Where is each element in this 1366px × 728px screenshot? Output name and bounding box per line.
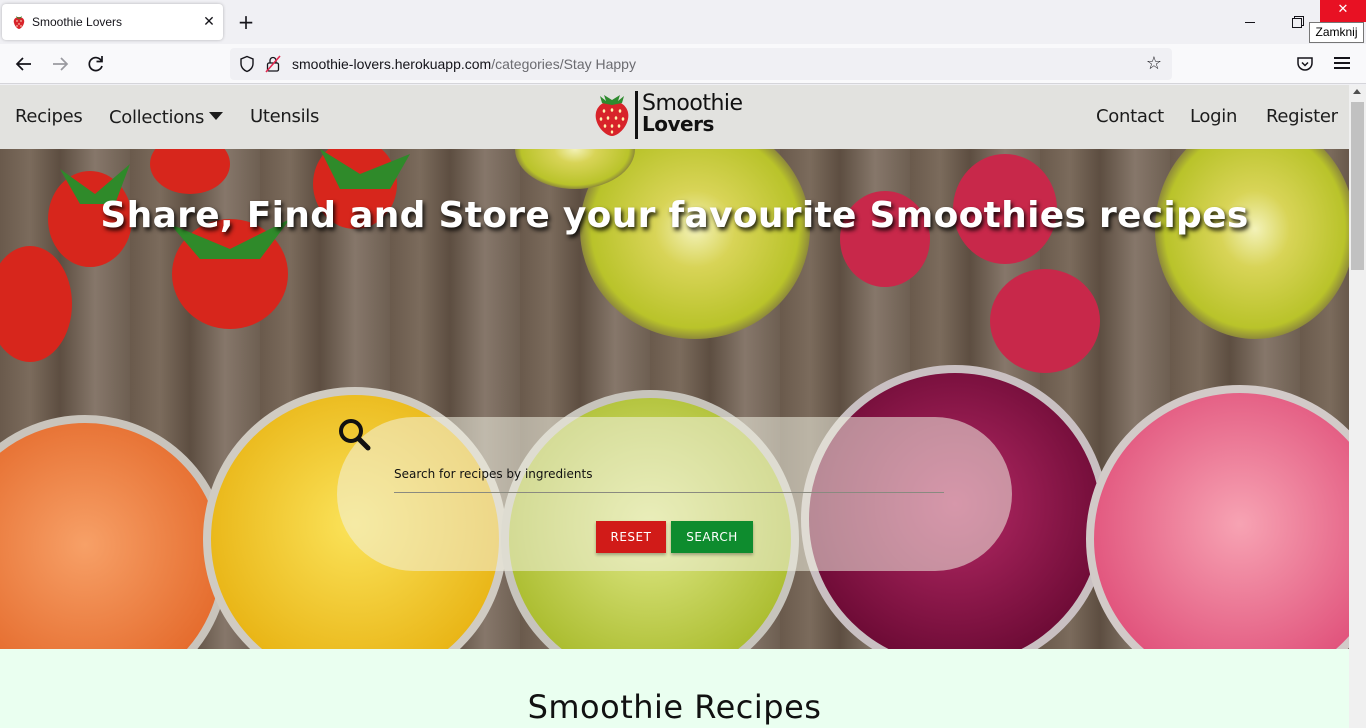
star-icon[interactable]: ☆	[1144, 54, 1164, 74]
url-text[interactable]: smoothie-lovers.herokuapp.com/categories…	[292, 56, 636, 72]
navigation-toolbar: smoothie-lovers.herokuapp.com/categories…	[0, 44, 1366, 84]
site-logo[interactable]: Smoothie Lovers	[592, 89, 762, 141]
site-header: Recipes Collections Utensils Smoothie Lo…	[0, 85, 1349, 149]
forward-icon[interactable]	[46, 50, 74, 78]
url-bar[interactable]: smoothie-lovers.herokuapp.com/categories…	[230, 48, 1172, 80]
back-icon[interactable]	[10, 50, 38, 78]
logo-divider	[635, 91, 638, 139]
minimize-button[interactable]	[1236, 8, 1264, 36]
nav-register[interactable]: Register	[1266, 106, 1338, 127]
browser-tab[interactable]: Smoothie Lovers ✕	[2, 4, 223, 40]
tab-title: Smoothie Lovers	[32, 15, 123, 29]
tab-close-icon[interactable]: ✕	[199, 12, 219, 32]
strawberry-favicon-icon	[13, 16, 25, 29]
strawberry-logo-icon	[595, 95, 629, 136]
page-scrollbar[interactable]	[1349, 85, 1366, 728]
logo-text-line2: Lovers	[642, 112, 714, 136]
nav-contact[interactable]: Contact	[1096, 106, 1164, 127]
url-domain: smoothie-lovers.herokuapp.com	[292, 56, 492, 72]
tab-strip: Smoothie Lovers ✕ + ✕ Zamknij	[0, 0, 1366, 44]
search-input[interactable]	[394, 455, 944, 493]
caret-down-icon	[209, 112, 224, 120]
menu-icon[interactable]	[1333, 54, 1351, 72]
search-icon[interactable]	[337, 417, 371, 451]
hero-banner: Share, Find and Store your favourite Smo…	[0, 149, 1349, 649]
search-panel: RESET SEARCH	[337, 417, 1012, 571]
nav-collections-label: Collections	[109, 107, 205, 128]
url-path: /categories/Stay Happy	[491, 56, 636, 72]
close-tooltip: Zamknij	[1309, 22, 1364, 43]
pocket-icon[interactable]	[1295, 54, 1315, 74]
section-title: Smoothie Recipes	[527, 688, 822, 726]
nav-login[interactable]: Login	[1190, 106, 1237, 127]
new-tab-button[interactable]: +	[232, 8, 260, 36]
nav-recipes[interactable]: Recipes	[15, 106, 83, 127]
scroll-up-arrow-icon[interactable]	[1353, 89, 1361, 94]
hero-title: Share, Find and Store your favourite Smo…	[100, 195, 1249, 236]
reset-button[interactable]: RESET	[596, 521, 666, 553]
scroll-thumb[interactable]	[1351, 102, 1364, 270]
close-window-button[interactable]: ✕	[1320, 0, 1366, 22]
reload-icon[interactable]	[82, 50, 110, 78]
nav-utensils[interactable]: Utensils	[250, 106, 319, 127]
shield-icon[interactable]	[238, 55, 256, 73]
lock-icon[interactable]	[265, 55, 281, 73]
nav-collections[interactable]: Collections	[109, 107, 224, 128]
web-page: Recipes Collections Utensils Smoothie Lo…	[0, 85, 1349, 728]
restore-button[interactable]	[1282, 8, 1310, 36]
search-button[interactable]: SEARCH	[671, 521, 753, 553]
